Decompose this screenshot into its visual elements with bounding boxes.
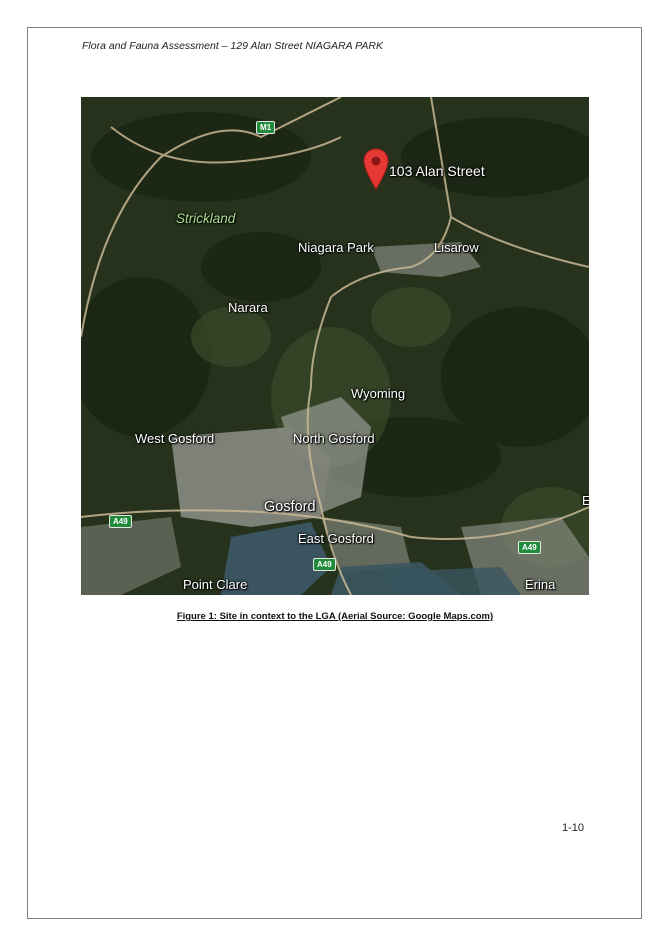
road-shield-a49-east: A49: [518, 541, 541, 554]
road-shield-a49-center: A49: [313, 558, 336, 571]
place-label-wyoming: Wyoming: [351, 386, 406, 401]
site-label: 103 Alan Street: [389, 163, 485, 179]
place-label-east-gosford: East Gosford: [298, 531, 374, 546]
document-header: Flora and Fauna Assessment – 129 Alan St…: [82, 40, 383, 52]
place-label-north-gosford: North Gosford: [293, 431, 375, 446]
page-number: 1-10: [562, 822, 585, 834]
place-label-niagara-park: Niagara Park: [298, 240, 374, 255]
place-label-lisarow: Lisarow: [434, 240, 479, 255]
road-shield-a49-west: A49: [109, 515, 132, 528]
place-label-erina: Erina: [525, 577, 556, 592]
road-shield-m1: M1: [256, 121, 276, 134]
place-label-west-gosford: West Gosford: [135, 431, 215, 446]
place-label-gosford: Gosford: [264, 499, 316, 515]
place-label-edge-e: E: [582, 493, 589, 508]
location-pin-icon: [363, 148, 389, 190]
place-label-narara: Narara: [228, 300, 268, 315]
place-label-point-clare: Point Clare: [183, 577, 248, 592]
aerial-imagery: [81, 97, 589, 595]
place-label-strickland: Strickland: [176, 211, 236, 226]
figure-caption: Figure 1: Site in context to the LGA (Ae…: [176, 611, 494, 622]
aerial-map: 103 Alan Street Strickland Niagara Park …: [81, 97, 589, 595]
